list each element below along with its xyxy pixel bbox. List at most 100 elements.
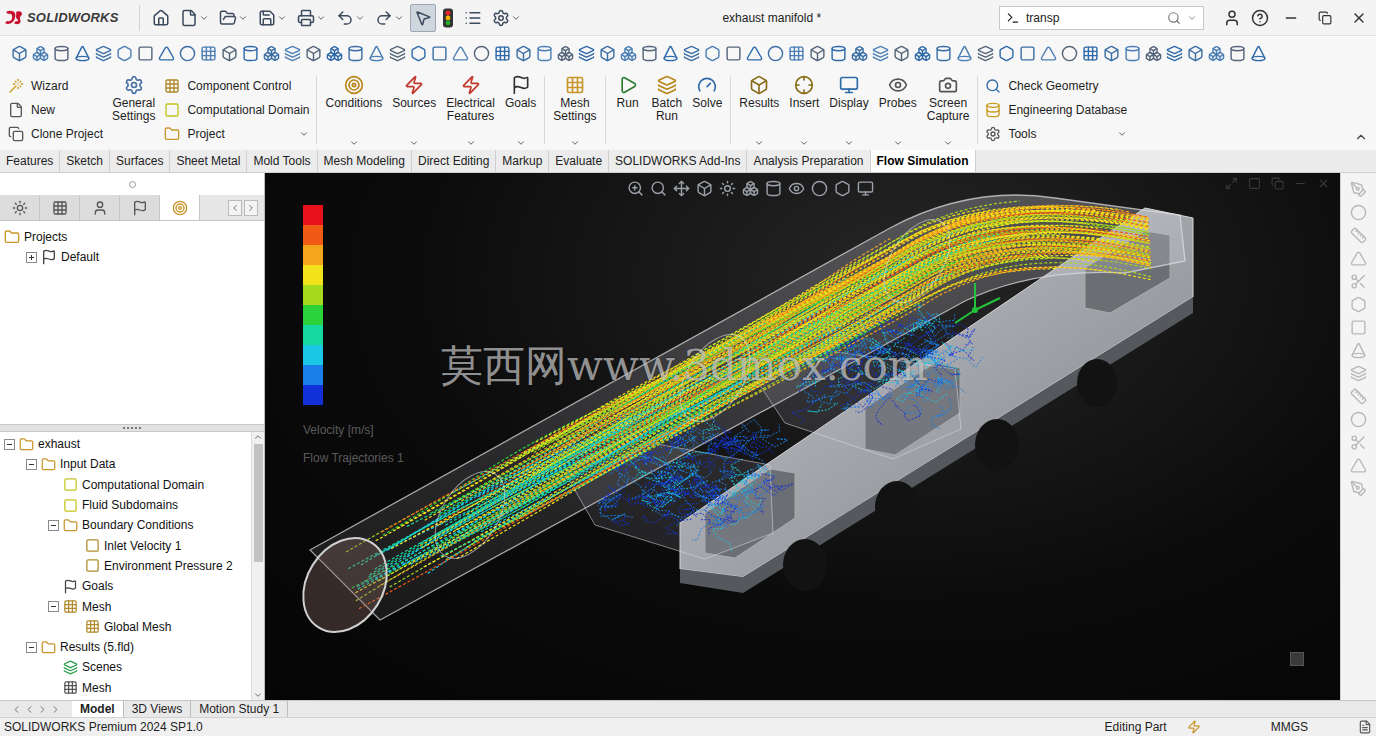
tool-button[interactable] [115,44,133,62]
command-tab[interactable]: Analysis Preparation [747,150,870,172]
view-tool-icon[interactable] [650,180,667,197]
command-tab[interactable]: SOLIDWORKS Add-Ins [609,150,747,172]
command-button[interactable]: Results [734,70,784,150]
tree-item[interactable]: Inlet Velocity 1 [0,535,251,555]
panel-tab[interactable] [80,195,120,220]
tool-button[interactable] [472,44,490,62]
view-tool-icon[interactable] [742,180,759,197]
tool-button[interactable] [976,44,994,62]
redo-button[interactable] [371,4,408,32]
command-button[interactable]: Batch Run [647,70,688,150]
minimize-button[interactable] [1274,0,1308,35]
task-pane-icon[interactable] [1350,434,1367,451]
command-tab[interactable]: Sheet Metal [170,150,247,172]
tool-button[interactable] [1039,44,1057,62]
task-pane-icon[interactable] [1350,273,1367,290]
expander[interactable] [4,439,15,450]
viewport-icon[interactable] [1317,177,1330,190]
undo-button[interactable] [332,4,369,32]
tool-button[interactable] [73,44,91,62]
command-button[interactable]: Wizard [8,74,103,98]
tool-button[interactable] [703,44,721,62]
tool-button[interactable] [1123,44,1141,62]
tool-button[interactable] [367,44,385,62]
tool-button[interactable] [94,44,112,62]
open-button[interactable] [215,4,252,32]
task-pane-icon[interactable] [1350,411,1367,428]
tool-button[interactable] [1144,44,1162,62]
manifold-model[interactable] [265,173,1340,700]
command-tab[interactable]: Evaluate [549,150,609,172]
tool-button[interactable] [1018,44,1036,62]
tool-button[interactable] [493,44,511,62]
file-properties-button[interactable] [460,4,486,32]
graphics-area[interactable]: Velocity [m/s]Flow Trajectories 1莫西网www.… [265,173,1340,700]
tool-button[interactable] [745,44,763,62]
tool-button[interactable] [1081,44,1099,62]
command-tab[interactable]: Features [0,150,60,172]
last-icon[interactable] [50,704,61,715]
expander[interactable] [48,601,59,612]
bottom-tab[interactable]: 3D Views [124,701,191,717]
tool-button[interactable] [304,44,322,62]
panel-handle[interactable] [0,173,264,195]
tool-button[interactable] [871,44,889,62]
tool-button[interactable] [955,44,973,62]
tool-button[interactable] [178,44,196,62]
tool-button[interactable] [1165,44,1183,62]
tree-item[interactable]: Global Mesh [0,617,251,637]
command-button[interactable]: Project [164,122,309,146]
tool-button[interactable] [31,44,49,62]
tool-button[interactable] [10,44,28,62]
command-button[interactable]: Sources [387,70,441,150]
command-button[interactable]: Run [609,70,647,150]
home-button[interactable] [148,4,174,32]
task-pane-icon[interactable] [1350,342,1367,359]
tool-button[interactable] [136,44,154,62]
panel-tab[interactable] [160,195,200,220]
help-button[interactable] [1246,0,1274,35]
bottom-tab[interactable]: Model [72,701,124,717]
panel-tab[interactable] [40,195,80,220]
command-tab[interactable]: Markup [496,150,549,172]
tool-button[interactable] [934,44,952,62]
tool-button[interactable] [325,44,343,62]
rebuild-icon[interactable] [442,8,454,28]
restore-button[interactable] [1308,0,1342,35]
command-tab[interactable]: Sketch [60,150,110,172]
tool-button[interactable] [1228,44,1246,62]
command-button[interactable]: Screen Capture [922,70,975,150]
expander[interactable] [48,520,59,531]
options-button[interactable] [488,4,525,32]
command-tab[interactable]: Flow Simulation [871,150,976,172]
panel-tab[interactable] [0,195,40,220]
viewport-icon[interactable] [1248,177,1261,190]
view-tool-icon[interactable] [719,180,736,197]
task-pane-icon[interactable] [1350,227,1367,244]
tree-item[interactable]: Boundary Conditions [0,515,251,535]
collapse-icon[interactable] [1354,130,1368,144]
tool-button[interactable] [808,44,826,62]
tree-item[interactable]: Projects [0,227,264,247]
panel-splitter[interactable] [0,424,264,432]
tree-item[interactable]: Fluid Subdomains [0,495,251,515]
print-button[interactable] [293,4,330,32]
tool-button[interactable] [619,44,637,62]
tool-button[interactable] [451,44,469,62]
status-tooltip[interactable] [1358,720,1372,734]
scrollbar[interactable] [251,432,264,700]
bottom-tab[interactable]: Motion Study 1 [191,701,288,717]
view-tool-icon[interactable] [788,180,805,197]
tool-button[interactable] [787,44,805,62]
tool-button[interactable] [1249,44,1267,62]
command-tab[interactable]: Surfaces [110,150,170,172]
tool-button[interactable] [1060,44,1078,62]
viewport-icon[interactable] [1271,177,1284,190]
command-button[interactable]: Display [824,70,873,150]
rebuild-status[interactable] [1187,720,1201,734]
command-button[interactable]: Mesh Settings [548,70,601,150]
search-box[interactable]: transp [999,6,1204,30]
tree-item[interactable]: Results (5.fld) [0,637,251,657]
task-pane-icon[interactable] [1350,319,1367,336]
tool-button[interactable] [220,44,238,62]
